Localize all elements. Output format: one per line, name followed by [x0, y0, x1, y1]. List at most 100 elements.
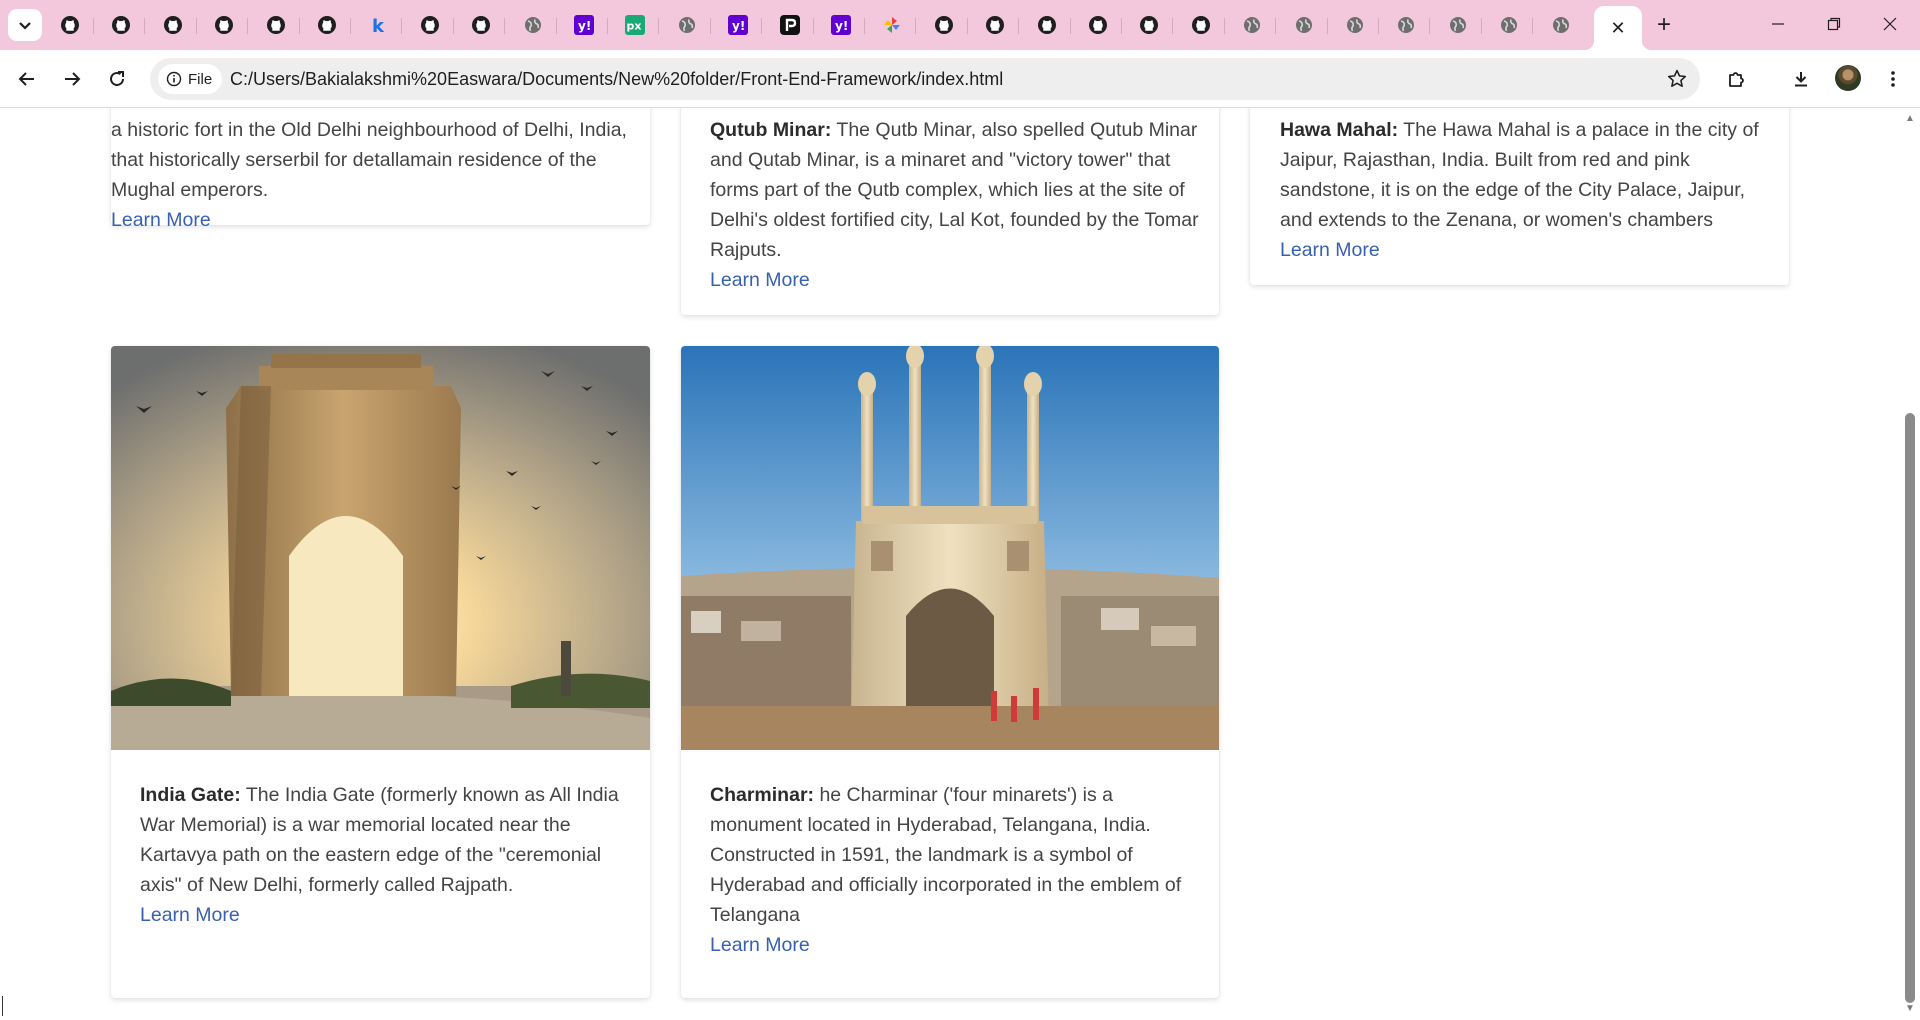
browser-tab[interactable]: [509, 8, 557, 42]
browser-tab[interactable]: [971, 8, 1020, 42]
page-scrollbar[interactable]: ▲ ▼: [1900, 108, 1920, 1020]
learn-more-link[interactable]: Learn More: [710, 930, 1200, 960]
downloads-button[interactable]: [1784, 62, 1818, 96]
scroll-up-icon[interactable]: ▲: [1905, 114, 1915, 124]
svg-text:y!: y!: [732, 19, 745, 33]
browser-tab[interactable]: [1331, 8, 1379, 42]
card-india-gate: India Gate: The India Gate (formerly kno…: [111, 346, 650, 998]
reload-icon: [110, 71, 124, 86]
browser-tab[interactable]: [149, 8, 197, 42]
browser-tab[interactable]: [97, 8, 146, 42]
browser-tab[interactable]: y!: [560, 8, 608, 42]
learn-more-link[interactable]: Learn More: [710, 265, 1200, 295]
tab-separator: [864, 18, 865, 34]
card-body: Qutub Minar: The Qutb Minar, also spelle…: [710, 115, 1200, 295]
extensions-button[interactable]: [1719, 62, 1753, 96]
learn-more-link[interactable]: Learn More: [111, 205, 650, 235]
close-icon: [1883, 17, 1897, 31]
card-body: a historic fort in the Old Delhi neighbo…: [111, 115, 650, 235]
browser-tab[interactable]: [303, 8, 351, 42]
github-icon: [214, 15, 234, 35]
tab-separator: [144, 18, 146, 34]
yahoo-icon: y!: [728, 15, 749, 35]
tab-separator: [966, 18, 968, 34]
browser-tab[interactable]: [1537, 8, 1585, 42]
browser-tab[interactable]: [200, 8, 249, 42]
minimize-button[interactable]: [1750, 0, 1806, 48]
browser-tab[interactable]: [1280, 8, 1328, 42]
puzzle-icon: [1729, 72, 1744, 87]
globe-icon: [1294, 15, 1314, 35]
bookmark-star-icon[interactable]: [1666, 68, 1688, 90]
yahoo-icon: y!: [831, 15, 851, 35]
learn-more-link[interactable]: Learn More: [140, 900, 630, 930]
tab-separator: [709, 18, 711, 34]
github-icon: [163, 15, 183, 35]
tab-separator: [401, 18, 403, 34]
browser-tab[interactable]: [1485, 8, 1534, 42]
site-info-chip[interactable]: File: [158, 64, 223, 94]
github-icon: [266, 15, 286, 35]
svg-text:y!: y!: [835, 19, 848, 33]
browser-tab[interactable]: [1125, 8, 1174, 42]
minimize-icon: [1772, 23, 1784, 25]
forward-button[interactable]: [55, 62, 89, 96]
globe-icon: [1551, 15, 1571, 35]
close-tab-icon[interactable]: ✕: [1610, 19, 1625, 37]
back-button[interactable]: [10, 62, 44, 96]
px-icon: px: [625, 15, 646, 35]
tab-separator: [658, 18, 660, 34]
tab-separator: [1018, 18, 1020, 34]
yahoo-icon: y!: [574, 15, 594, 35]
scrollbar-thumb[interactable]: [1905, 413, 1915, 1003]
browser-tab[interactable]: [1177, 8, 1225, 42]
browser-tab[interactable]: [663, 8, 711, 42]
browser-tab[interactable]: [920, 8, 968, 42]
tab-strip: k y! px y! y! ✕ +: [0, 0, 1920, 50]
browser-tab[interactable]: k: [354, 8, 403, 42]
india-gate-photo: [111, 346, 650, 750]
browser-tab[interactable]: [1228, 8, 1277, 42]
tab-separator: [607, 18, 608, 34]
github-icon: [985, 15, 1005, 35]
browser-tab[interactable]: [1382, 8, 1431, 42]
close-window-button[interactable]: [1862, 0, 1918, 48]
learn-more-link[interactable]: Learn More: [1280, 235, 1770, 265]
browser-tab[interactable]: [406, 8, 454, 42]
active-tab[interactable]: ✕: [1584, 6, 1652, 50]
restore-button[interactable]: [1806, 0, 1862, 48]
svg-text:px: px: [627, 20, 642, 33]
github-icon: [420, 15, 440, 35]
tab-separator: [298, 18, 300, 34]
browser-tab[interactable]: [868, 8, 917, 42]
browser-tab[interactable]: [1074, 8, 1122, 42]
tab-separator: [1069, 18, 1071, 34]
browser-tab[interactable]: [766, 8, 814, 42]
card-qutub-minar: Qutub Minar: The Qutb Minar, also spelle…: [681, 108, 1219, 315]
globe-icon: [1396, 15, 1416, 35]
tab-separator: [1121, 18, 1122, 34]
profile-avatar[interactable]: [1835, 65, 1861, 91]
site-chip-label: File: [188, 70, 213, 88]
globe-icon: [1345, 15, 1365, 35]
browser-tab[interactable]: y!: [817, 8, 865, 42]
browser-tab[interactable]: [457, 8, 506, 42]
browser-tab[interactable]: [252, 8, 300, 42]
card-title: India Gate:: [140, 784, 241, 806]
url-text[interactable]: C:/Users/Bakialakshmi%20Easwara/Document…: [230, 58, 1003, 100]
browser-tab[interactable]: [46, 8, 94, 42]
charminar-photo: [681, 346, 1219, 750]
browser-tab[interactable]: [1023, 8, 1071, 42]
tab-separator: [350, 18, 351, 34]
browser-tab[interactable]: px: [611, 8, 660, 42]
browser-tab[interactable]: [1434, 8, 1482, 42]
pinwheel-icon: [882, 15, 902, 35]
menu-button[interactable]: [1876, 62, 1910, 96]
browser-tab[interactable]: y!: [714, 8, 763, 42]
scroll-down-icon[interactable]: ▼: [1905, 1004, 1915, 1014]
address-bar[interactable]: File C:/Users/Bakialakshmi%20Easwara/Doc…: [150, 58, 1700, 100]
tab-search-button[interactable]: [8, 9, 42, 41]
card-hawa-mahal: Hawa Mahal: The Hawa Mahal is a palace i…: [1250, 108, 1789, 285]
reload-button[interactable]: [100, 62, 134, 96]
new-tab-button[interactable]: +: [1648, 9, 1680, 41]
